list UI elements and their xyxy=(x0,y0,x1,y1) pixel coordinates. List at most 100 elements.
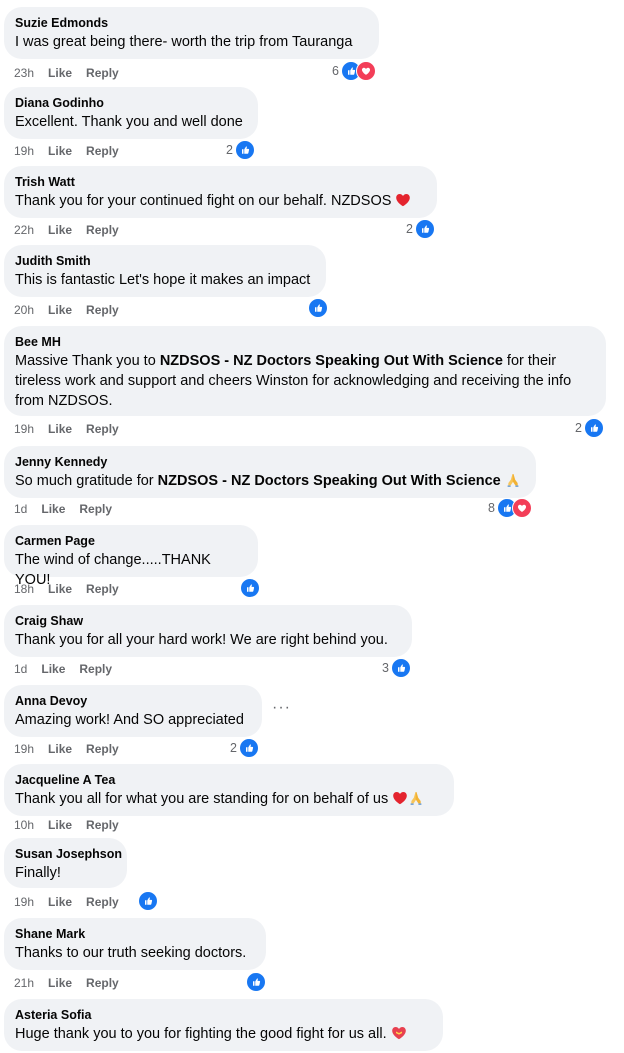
comment-author[interactable]: Diana Godinho xyxy=(15,95,246,111)
comment-bubble: Anna Devoy Amazing work! And SO apprecia… xyxy=(4,685,262,737)
comment-text: Thank you for all your hard work! We are… xyxy=(15,632,388,648)
comment-author[interactable]: Susan Josephson xyxy=(15,846,122,862)
comment-bubble: Asteria Sofia Huge thank you to you for … xyxy=(4,999,443,1051)
comment-bubble: Bee MH Massive Thank you to NZDSOS - NZ … xyxy=(4,326,606,416)
mention-link[interactable]: NZDSOS - NZ Doctors Speaking Out With Sc… xyxy=(160,353,503,369)
like-button[interactable]: Like xyxy=(48,817,72,833)
reaction-summary[interactable]: 8 xyxy=(488,498,532,518)
comment-author[interactable]: Anna Devoy xyxy=(15,693,250,709)
reaction-count: 8 xyxy=(488,501,495,515)
reply-button[interactable]: Reply xyxy=(86,817,119,833)
reply-button[interactable]: Reply xyxy=(86,302,119,318)
reaction-summary[interactable] xyxy=(238,578,260,598)
comment-time[interactable]: 18h xyxy=(14,581,34,597)
comment-time[interactable]: 19h xyxy=(14,421,34,437)
comment-time[interactable]: 1d xyxy=(14,661,27,677)
comment-time[interactable]: 10h xyxy=(14,817,34,833)
like-button[interactable]: Like xyxy=(48,581,72,597)
reply-button[interactable]: Reply xyxy=(79,661,112,677)
comment-text: Massive Thank you to NZDSOS - NZ Doctors… xyxy=(15,351,594,411)
comment-text-body: Huge thank you to you for fighting the g… xyxy=(15,1026,387,1042)
reply-button[interactable]: Reply xyxy=(86,65,119,81)
comment-bubble: Jenny Kennedy So much gratitude for NZDS… xyxy=(4,446,536,498)
love-reaction-icon xyxy=(355,61,376,81)
comment-meta: 1d Like Reply xyxy=(14,501,126,517)
comment-author[interactable]: Judith Smith xyxy=(15,253,314,269)
comment-author[interactable]: Bee MH xyxy=(15,334,594,350)
reply-button[interactable]: Reply xyxy=(86,222,119,238)
like-button[interactable]: Like xyxy=(48,302,72,318)
comment-author[interactable]: Suzie Edmonds xyxy=(15,15,367,31)
comment-bubble: Jacqueline A Tea Thank you all for what … xyxy=(4,764,454,816)
comment-text-body: Thank you for your continued fight on ou… xyxy=(15,193,392,209)
comment-bubble: Carmen Page The wind of change.....THANK… xyxy=(4,525,258,588)
love-reaction-icon xyxy=(511,498,532,518)
like-button[interactable]: Like xyxy=(41,501,65,517)
comment-author[interactable]: Jenny Kennedy xyxy=(15,454,524,470)
comment-meta: 19h Like Reply xyxy=(14,143,133,159)
comment-meta: 10h Like Reply xyxy=(14,817,133,833)
comment-text: Amazing work! And SO appreciated xyxy=(15,712,244,728)
comment-text: Excellent. Thank you and well done xyxy=(15,114,243,130)
reaction-summary[interactable]: 2 xyxy=(406,219,435,239)
more-options-icon[interactable]: ··· xyxy=(272,699,291,717)
comment-author[interactable]: Asteria Sofia xyxy=(15,1007,431,1023)
reply-button[interactable]: Reply xyxy=(86,421,119,437)
reaction-count: 2 xyxy=(575,421,582,435)
reaction-summary[interactable] xyxy=(306,298,328,318)
like-button[interactable]: Like xyxy=(48,975,72,991)
like-button[interactable]: Like xyxy=(48,741,72,757)
reply-button[interactable]: Reply xyxy=(86,741,119,757)
like-button[interactable]: Like xyxy=(41,661,65,677)
comment-time[interactable]: 20h xyxy=(14,302,34,318)
reaction-summary[interactable]: 2 xyxy=(230,738,259,758)
like-button[interactable]: Like xyxy=(48,421,72,437)
red-heart-emoji-icon xyxy=(392,790,408,806)
like-button[interactable]: Like xyxy=(48,143,72,159)
comment-time[interactable]: 19h xyxy=(14,741,34,757)
comment-time[interactable]: 21h xyxy=(14,975,34,991)
like-reaction-icon xyxy=(583,418,604,438)
reply-button[interactable]: Reply xyxy=(86,894,119,910)
comment-meta: 21h Like Reply xyxy=(14,975,133,991)
comment-bubble: Trish Watt Thank you for your continued … xyxy=(4,166,437,218)
reaction-summary[interactable]: 3 xyxy=(382,658,411,678)
comment-time[interactable]: 1d xyxy=(14,501,27,517)
reaction-summary[interactable] xyxy=(244,972,266,992)
comment-meta: 1d Like Reply xyxy=(14,661,126,677)
mention-link[interactable]: NZDSOS - NZ Doctors Speaking Out With Sc… xyxy=(158,473,501,489)
like-button[interactable]: Like xyxy=(48,222,72,238)
like-button[interactable]: Like xyxy=(48,65,72,81)
comment-time[interactable]: 19h xyxy=(14,894,34,910)
comment-time[interactable]: 19h xyxy=(14,143,34,159)
like-reaction-icon xyxy=(138,891,158,911)
reaction-summary[interactable]: 2 xyxy=(575,418,604,438)
comment-meta: 22h Like Reply xyxy=(14,222,133,238)
comment-text: Finally! xyxy=(15,865,61,881)
reaction-summary[interactable]: 6 xyxy=(332,61,376,81)
like-reaction-icon xyxy=(246,972,266,992)
reaction-count: 2 xyxy=(230,741,237,755)
reply-button[interactable]: Reply xyxy=(86,143,119,159)
comment-text: I was great being there- worth the trip … xyxy=(15,34,353,50)
comment-time[interactable]: 22h xyxy=(14,222,34,238)
like-reaction-icon xyxy=(390,658,411,678)
comment-author[interactable]: Craig Shaw xyxy=(15,613,400,629)
comment-time[interactable]: 23h xyxy=(14,65,34,81)
comment-author[interactable]: Jacqueline A Tea xyxy=(15,772,442,788)
reply-button[interactable]: Reply xyxy=(86,975,119,991)
like-button[interactable]: Like xyxy=(48,894,72,910)
comment-author[interactable]: Trish Watt xyxy=(15,174,425,190)
reply-button[interactable]: Reply xyxy=(86,581,119,597)
reaction-summary[interactable]: 2 xyxy=(226,140,255,160)
comment-text: Huge thank you to you for fighting the g… xyxy=(15,1024,431,1044)
comment-author[interactable]: Shane Mark xyxy=(15,926,254,942)
like-reaction-icon xyxy=(240,578,260,598)
comment-meta: 20h Like Reply xyxy=(14,302,133,318)
reaction-summary[interactable] xyxy=(136,891,158,911)
reply-button[interactable]: Reply xyxy=(79,501,112,517)
comment-meta: 23h Like Reply xyxy=(14,65,133,81)
comment-author[interactable]: Carmen Page xyxy=(15,533,246,549)
like-reaction-icon xyxy=(234,140,255,160)
reaction-count: 2 xyxy=(406,222,413,236)
